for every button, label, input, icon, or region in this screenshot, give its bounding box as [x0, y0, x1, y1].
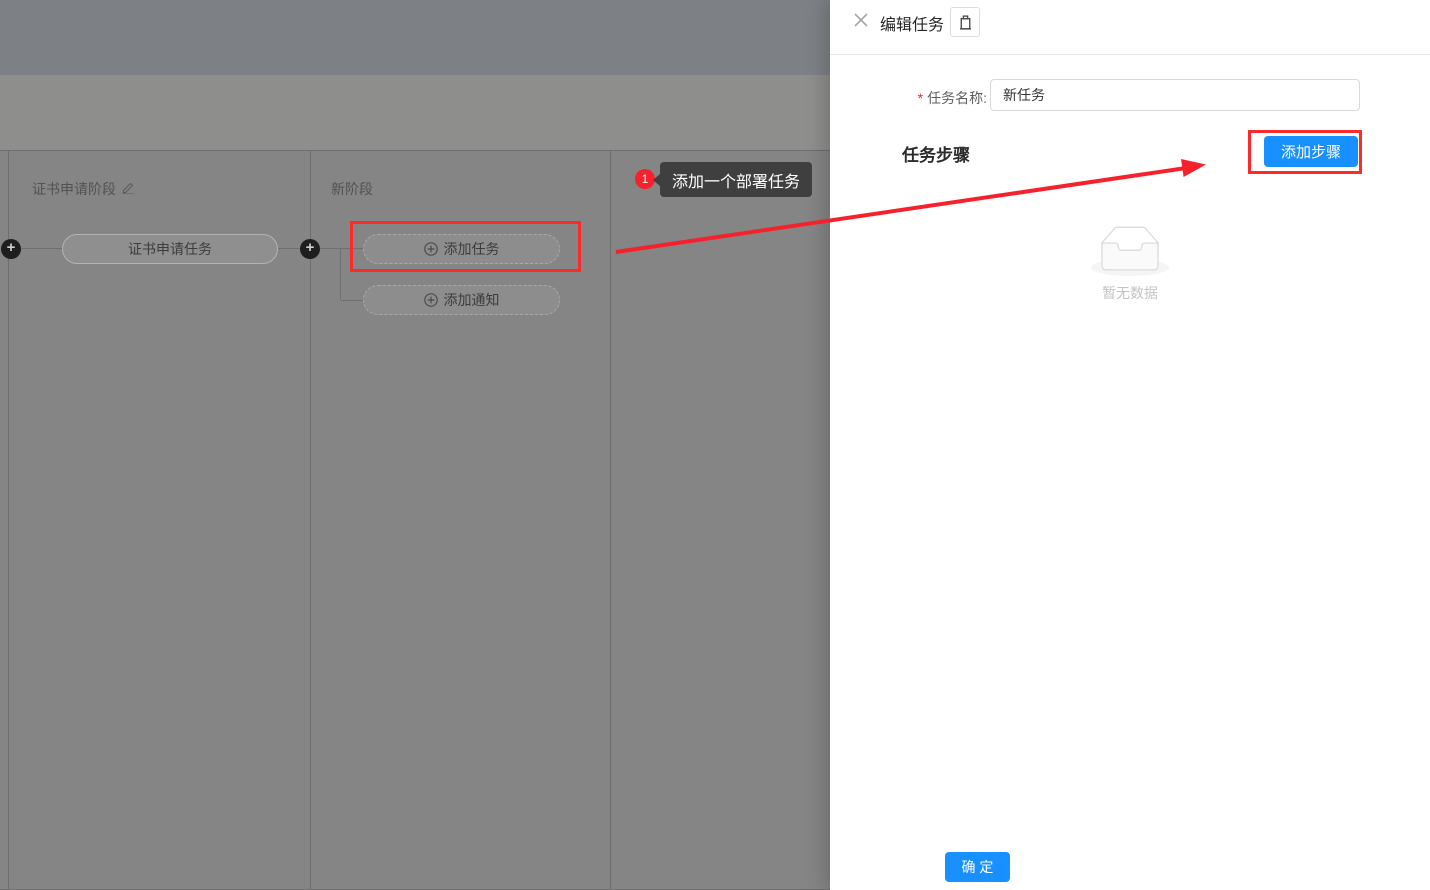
stage-column-border: [310, 150, 311, 890]
required-mark: *: [918, 90, 923, 106]
highlight-rect-add-task: [350, 221, 581, 272]
trash-icon: [957, 14, 974, 31]
stage-1-title: 证书申请阶段: [32, 179, 116, 199]
empty-box-icon: [1090, 226, 1170, 281]
dimmed-pipeline-area: 证书申请阶段 新阶段 + + 证书申请任务 添加任务 添加通知 1 添加一个部署…: [0, 0, 830, 890]
task-name-input[interactable]: [990, 79, 1360, 111]
step-number-badge: 1: [635, 169, 655, 189]
annotation-tooltip: 添加一个部署任务: [660, 162, 812, 197]
add-stage-button[interactable]: +: [1, 239, 21, 259]
close-icon[interactable]: [853, 12, 871, 30]
stage-column-border: [8, 150, 9, 890]
stage-2-title: 新阶段: [331, 179, 373, 199]
circle-plus-icon: [424, 293, 438, 307]
secondary-toolbar: [0, 75, 830, 150]
add-notice-button[interactable]: 添加通知: [363, 285, 560, 315]
drawer-title: 编辑任务: [880, 11, 944, 35]
stage-column-border: [610, 150, 611, 890]
connector-line: [341, 300, 363, 301]
delete-task-button[interactable]: [950, 7, 980, 37]
confirm-button[interactable]: 确 定: [945, 852, 1010, 882]
connector-line: [320, 248, 341, 249]
connector-line: [340, 248, 341, 300]
connector-line: [278, 248, 300, 249]
task-name-label-text: 任务名称:: [927, 90, 987, 106]
empty-text: 暂无数据: [830, 283, 1430, 303]
tooltip-text: 添加一个部署任务: [672, 168, 800, 192]
top-navbar: [0, 0, 830, 75]
add-notice-label: 添加通知: [444, 290, 500, 310]
add-stage-button[interactable]: +: [300, 239, 320, 259]
connector-line: [21, 248, 62, 249]
highlight-rect-add-step: [1248, 130, 1362, 174]
task-node-cert-apply[interactable]: 证书申请任务: [62, 234, 278, 264]
stage-2-header: 新阶段: [331, 179, 373, 199]
edit-pencil-icon[interactable]: [122, 181, 135, 197]
task-steps-title: 任务步骤: [902, 141, 970, 166]
task-name-label: *任务名称:: [830, 88, 987, 108]
drawer-header: 编辑任务: [830, 0, 1430, 55]
task-node-label: 证书申请任务: [128, 239, 212, 259]
stage-1-header: 证书申请阶段: [32, 179, 135, 199]
